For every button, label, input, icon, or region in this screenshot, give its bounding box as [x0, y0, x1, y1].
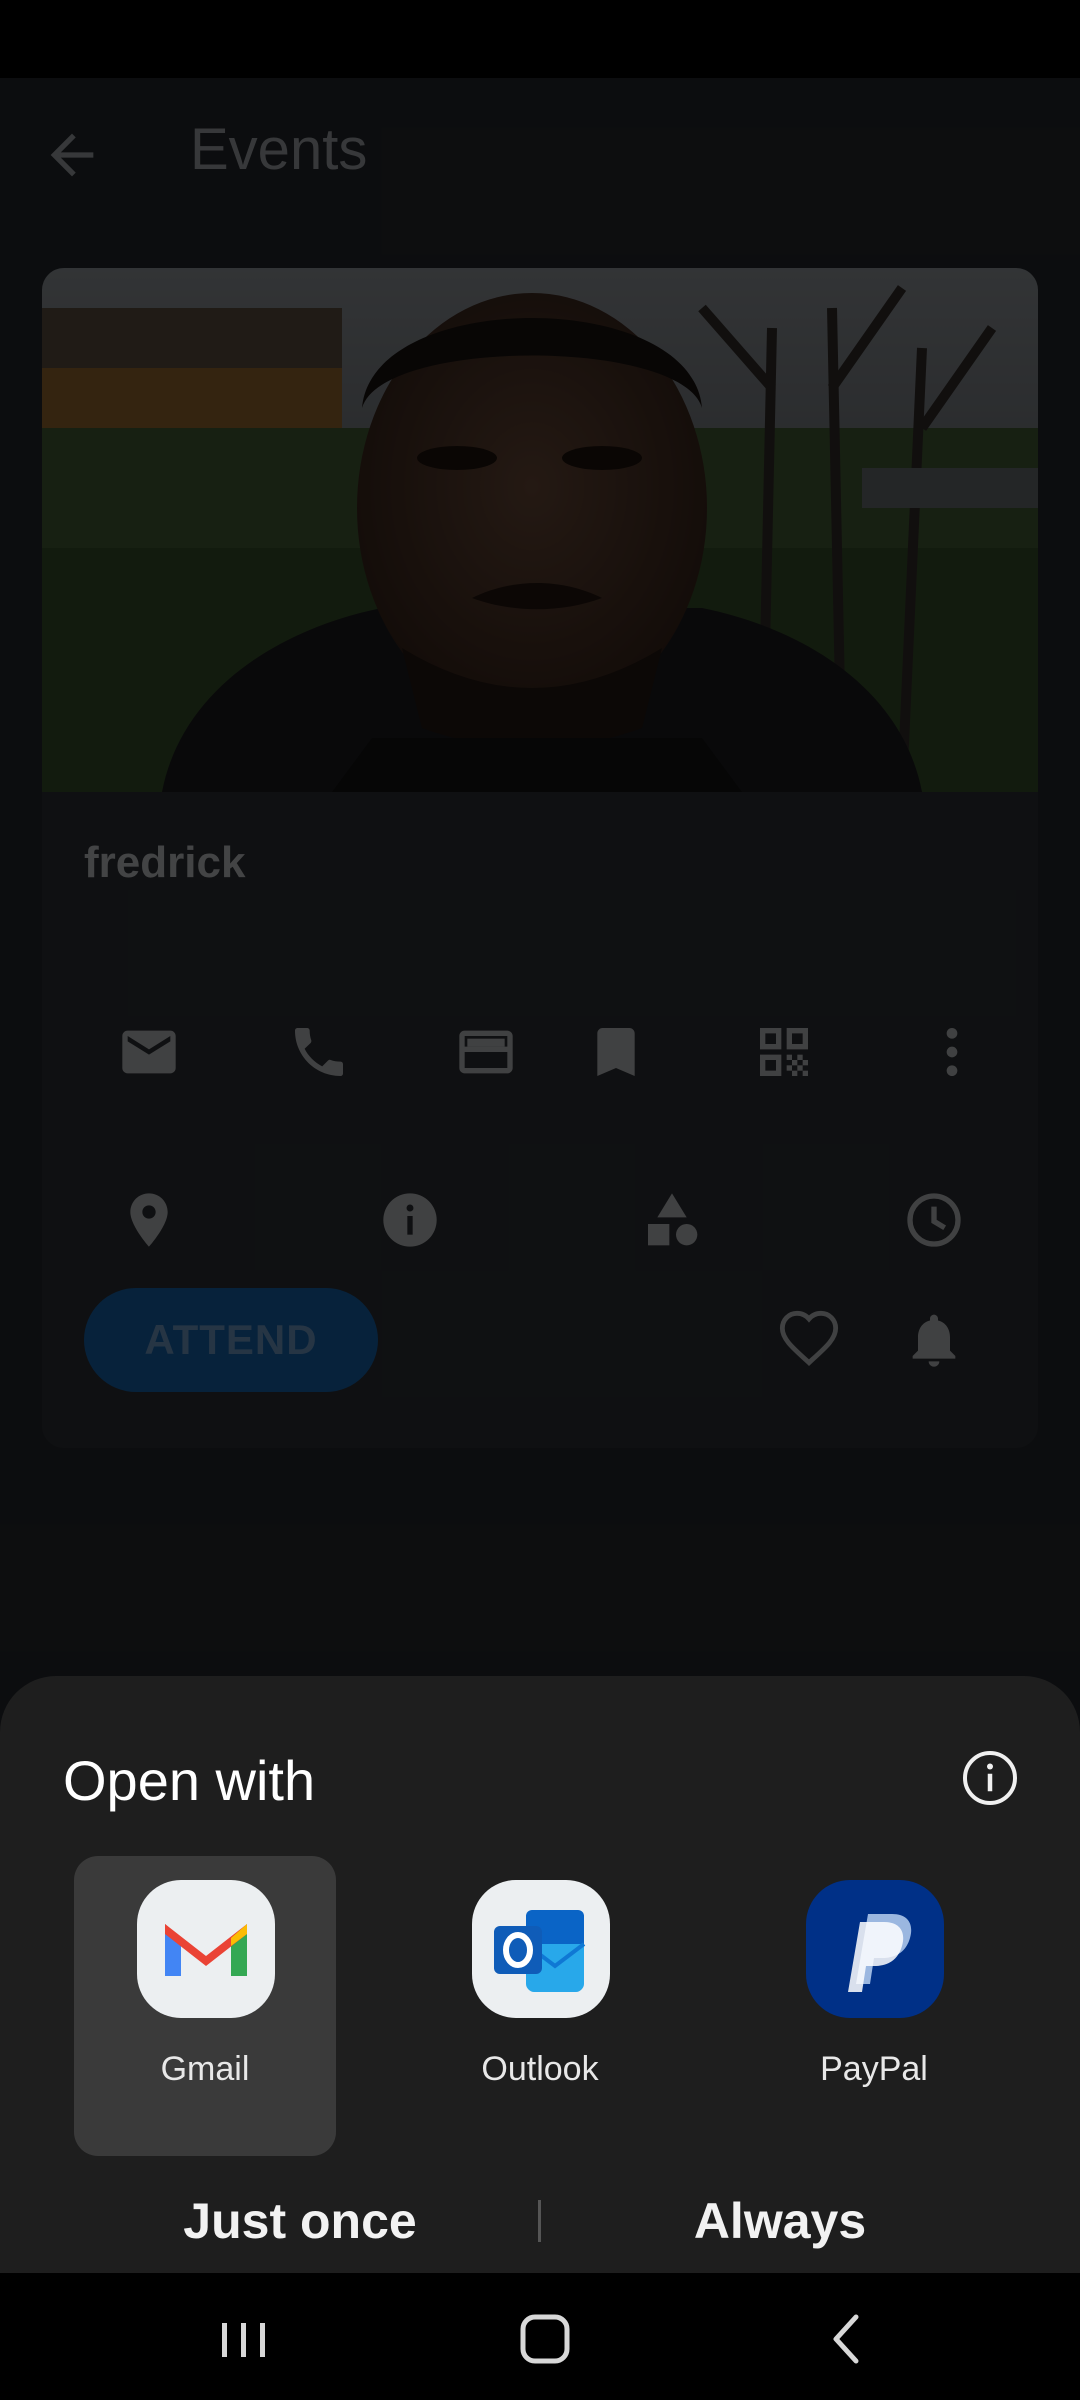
app-option-paypal[interactable]: PayPal	[743, 1856, 1005, 2156]
phone-icon[interactable]	[287, 1020, 351, 1084]
app-label: PayPal	[820, 2050, 928, 2088]
qr-code-icon[interactable]	[752, 1020, 816, 1084]
location-pin-icon[interactable]	[117, 1188, 181, 1252]
recents-icon[interactable]	[204, 2303, 284, 2373]
event-card: fredrick ATTEND	[42, 268, 1038, 1448]
shapes-icon[interactable]	[640, 1188, 704, 1252]
heart-icon[interactable]	[777, 1308, 841, 1372]
sheet-actions: Just once Always	[0, 2176, 1080, 2266]
email-icon[interactable]	[117, 1020, 181, 1084]
attend-button[interactable]: ATTEND	[84, 1288, 378, 1392]
app-bar: Events	[0, 78, 1080, 228]
event-photo	[42, 268, 1038, 792]
person-name: fredrick	[84, 838, 246, 887]
just-once-button[interactable]: Just once	[60, 2176, 540, 2266]
outlook-icon	[472, 1880, 610, 2018]
paypal-icon	[806, 1880, 944, 2018]
app-option-gmail[interactable]: Gmail	[74, 1856, 336, 2156]
more-vert-icon[interactable]	[920, 1020, 984, 1084]
info-icon[interactable]	[378, 1188, 442, 1252]
arrow-back-icon[interactable]	[40, 123, 104, 187]
bookmark-icon[interactable]	[584, 1020, 648, 1084]
open-with-sheet: Open with Gmail Outlook PayPal Just once…	[0, 1676, 1080, 2273]
sheet-title: Open with	[63, 1749, 316, 1812]
gmail-icon	[137, 1880, 275, 2018]
info-icon[interactable]	[960, 1748, 1020, 1808]
app-label: Outlook	[481, 2050, 599, 2088]
id-card-icon[interactable]	[454, 1020, 518, 1084]
status-bar	[0, 0, 1080, 78]
page-title: Events	[190, 117, 368, 182]
home-icon[interactable]	[505, 2303, 585, 2373]
app-label: Gmail	[160, 2050, 250, 2088]
clock-icon[interactable]	[902, 1188, 966, 1252]
always-button[interactable]: Always	[540, 2176, 1020, 2266]
back-icon[interactable]	[808, 2303, 888, 2373]
app-option-outlook[interactable]: Outlook	[409, 1856, 671, 2156]
system-nav-bar	[0, 2273, 1080, 2400]
bell-icon[interactable]	[902, 1308, 966, 1372]
